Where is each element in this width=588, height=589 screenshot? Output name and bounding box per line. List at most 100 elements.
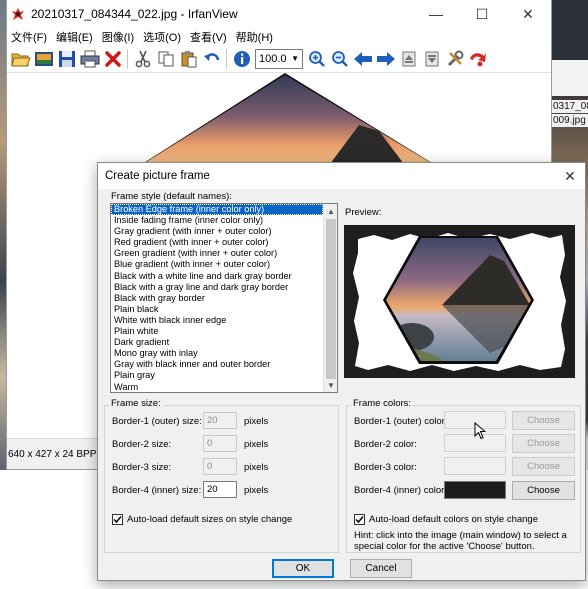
frame-colors-title: Frame colors:	[351, 398, 414, 409]
image-info: 640 x 427 x 24 BPP	[8, 448, 97, 460]
menu-image[interactable]: 图像(I)	[102, 29, 139, 45]
border3-size-label: Border-3 size:	[112, 462, 172, 473]
title-bar: 20210317_084344_022.jpg - IrfanView — ☐ …	[7, 0, 551, 28]
autoload-colors-checkbox[interactable]	[354, 514, 365, 525]
ok-button[interactable]: OK	[272, 559, 334, 578]
border2-size-label: Border-2 size:	[112, 439, 172, 450]
list-item[interactable]: Gray gradient (with inner + outer color)	[111, 226, 323, 237]
window-title: 20210317_084344_022.jpg - IrfanView	[31, 7, 238, 21]
border4-color-label: Border-4 (inner) color:	[354, 485, 447, 496]
create-picture-frame-dialog: Create picture frame ✕ Frame style (defa…	[97, 162, 586, 581]
chevron-down-icon: ▼	[291, 54, 299, 63]
menu-edit[interactable]: 编辑(E)	[56, 29, 98, 45]
maximize-button[interactable]: ☐	[459, 0, 505, 28]
cancel-button[interactable]: Cancel	[350, 559, 412, 578]
exit-icon[interactable]	[466, 47, 489, 71]
preview-label: Preview:	[345, 207, 382, 218]
previous-icon[interactable]	[351, 47, 374, 71]
menu-file[interactable]: 文件(F)	[11, 29, 52, 45]
hint-text-line1: Hint: click into the image (main window)…	[354, 530, 567, 541]
border2-color-label: Border-2 color:	[354, 439, 417, 450]
desktop-file-label-2: 009.jpg	[552, 114, 588, 127]
list-item[interactable]: Black with a white line and dark gray bo…	[111, 271, 323, 282]
toolbar-separator	[127, 48, 128, 69]
zoom-select[interactable]: 100.0 ▼	[255, 48, 303, 69]
border4-size-unit: pixels	[244, 485, 269, 496]
print-icon[interactable]	[78, 47, 101, 71]
border3-color-swatch	[444, 457, 506, 475]
scroll-up-icon[interactable]: ▲	[324, 204, 337, 218]
border2-size-unit: pixels	[244, 439, 269, 450]
zoom-value: 100.0	[259, 52, 287, 65]
border4-size-label: Border-4 (inner) size:	[112, 485, 202, 496]
list-item[interactable]: White with black inner edge	[111, 315, 323, 326]
border3-choose-button[interactable]: Choose	[512, 457, 575, 476]
border1-size-input[interactable]: 20	[203, 412, 237, 429]
list-item[interactable]: Blue gradient (with inner + outer color)	[111, 259, 323, 270]
list-item[interactable]: Plain white	[111, 326, 323, 337]
list-item[interactable]: Red gradient (with inner + outer color)	[111, 237, 323, 248]
dialog-close-button[interactable]: ✕	[555, 168, 585, 185]
border1-size-label: Border-1 (outer) size:	[112, 416, 202, 427]
menu-options[interactable]: 选项(O)	[143, 29, 186, 45]
undo-icon[interactable]	[200, 47, 223, 71]
border4-color-swatch	[444, 481, 506, 499]
list-item[interactable]: Mono gray with inlay	[111, 348, 323, 359]
open-icon[interactable]	[9, 47, 32, 71]
cursor-icon	[474, 421, 487, 443]
list-item[interactable]: Broken Edge frame (inner color only)	[111, 204, 323, 216]
border2-choose-button[interactable]: Choose	[512, 434, 575, 453]
delete-icon[interactable]	[101, 47, 124, 71]
frame-style-listbox[interactable]: Broken Edge frame (inner color only) Ins…	[110, 203, 338, 393]
scroll-down-icon[interactable]: ▼	[324, 378, 337, 392]
save-icon[interactable]	[55, 47, 78, 71]
paste-icon[interactable]	[177, 47, 200, 71]
menu-help[interactable]: 帮助(H)	[236, 29, 278, 45]
slideshow-icon[interactable]	[32, 47, 55, 71]
hint-text-line2: special color for the active 'Choose' bu…	[354, 541, 535, 552]
list-item[interactable]: Dark gradient	[111, 337, 323, 348]
border1-choose-button[interactable]: Choose	[512, 411, 575, 430]
list-item[interactable]: Black with gray border	[111, 293, 323, 304]
border2-size-input[interactable]: 0	[203, 435, 237, 452]
settings-icon[interactable]	[443, 47, 466, 71]
zoom-out-icon[interactable]	[328, 47, 351, 71]
frame-size-title: Frame size:	[109, 398, 163, 409]
toolbar: 100.0 ▼	[7, 45, 551, 73]
preview-image	[344, 225, 575, 378]
list-item[interactable]: Plain black	[111, 304, 323, 315]
dialog-title: Create picture frame	[105, 170, 210, 182]
next-icon[interactable]	[374, 47, 397, 71]
dialog-title-bar: Create picture frame ✕	[98, 163, 585, 189]
list-item[interactable]: Black with a gray line and dark gray bor…	[111, 282, 323, 293]
autoload-colors-label[interactable]: Auto-load default colors on style change	[369, 514, 538, 525]
menu-bar: 文件(F) 编辑(E) 图像(I) 选项(O) 查看(V) 帮助(H)	[7, 28, 551, 45]
info-icon[interactable]	[230, 47, 253, 71]
last-page-icon[interactable]	[420, 47, 443, 71]
checkmark-icon	[113, 516, 122, 524]
minimize-button[interactable]: —	[413, 0, 459, 28]
border3-size-input[interactable]: 0	[203, 458, 237, 475]
list-item[interactable]: Gray with black inner and outer border	[111, 359, 323, 370]
list-item[interactable]: Warm	[111, 382, 323, 393]
first-page-icon[interactable]	[397, 47, 420, 71]
border1-color-label: Border-1 (outer) color:	[354, 416, 448, 427]
scroll-thumb[interactable]	[326, 219, 336, 379]
list-item[interactable]: Plain gray	[111, 370, 323, 381]
toolbar-separator	[226, 48, 227, 69]
zoom-in-icon[interactable]	[305, 47, 328, 71]
border3-color-label: Border-3 color:	[354, 462, 417, 473]
close-button[interactable]: ✕	[505, 0, 551, 28]
desktop-file-label-1: 0317_08	[552, 100, 588, 113]
border1-size-unit: pixels	[244, 416, 269, 427]
cut-icon[interactable]	[131, 47, 154, 71]
border4-choose-button[interactable]: Choose	[512, 481, 575, 500]
copy-icon[interactable]	[154, 47, 177, 71]
autoload-sizes-checkbox[interactable]	[112, 514, 123, 525]
list-item[interactable]: Green gradient (with inner + outer color…	[111, 248, 323, 259]
menu-view[interactable]: 查看(V)	[190, 29, 232, 45]
list-item[interactable]: Inside fading frame (inner color only)	[111, 215, 323, 226]
listbox-scrollbar[interactable]: ▲ ▼	[323, 204, 337, 392]
autoload-sizes-label[interactable]: Auto-load default sizes on style change	[127, 514, 292, 525]
border4-size-input[interactable]: 20	[203, 481, 237, 498]
